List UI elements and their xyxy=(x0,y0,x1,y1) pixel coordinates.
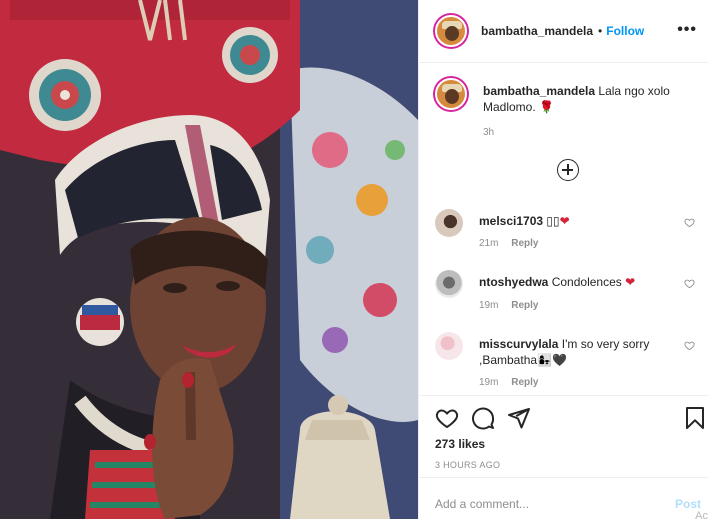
comment-time[interactable]: 19m xyxy=(479,377,498,388)
author-avatar[interactable] xyxy=(435,15,467,47)
family-heart-emoji: 👩‍👧🖤 xyxy=(537,353,567,367)
comment-meta: 19m Reply xyxy=(479,300,538,311)
more-options-icon[interactable]: ••• xyxy=(677,21,697,39)
reply-button[interactable]: Reply xyxy=(511,377,538,388)
reply-button[interactable]: Reply xyxy=(511,300,538,311)
post-timestamp[interactable]: 3 HOURS AGO xyxy=(435,460,500,470)
comment-input[interactable]: Add a comment... xyxy=(435,497,529,511)
comment-item: misscurvylala I'm so very sorry ,Bambath… xyxy=(435,332,697,388)
follow-button[interactable]: Follow xyxy=(606,24,644,38)
post-header: bambatha_mandela • Follow ••• xyxy=(419,0,708,63)
bookmark-icon[interactable] xyxy=(683,406,707,430)
avatar-face xyxy=(445,26,459,41)
share-icon[interactable] xyxy=(507,406,531,430)
caption-author-avatar[interactable] xyxy=(435,78,467,110)
heart-emoji: ❤ xyxy=(625,275,636,289)
like-comment-heart-icon[interactable] xyxy=(684,340,695,351)
post-photo[interactable] xyxy=(0,0,418,519)
comment-icon[interactable] xyxy=(471,406,495,430)
comment-text-block: melsci1703 ▯▯❤ xyxy=(479,213,675,229)
comment-time[interactable]: 19m xyxy=(479,300,498,311)
comment-username[interactable]: ntoshyedwa xyxy=(479,275,548,289)
comment-time[interactable]: 21m xyxy=(479,238,498,249)
add-comment-bar: Add a comment... Post Ac xyxy=(419,477,708,519)
comment-username[interactable]: melsci1703 xyxy=(479,214,543,228)
comment-text: ▯▯ xyxy=(546,214,560,228)
likes-count[interactable]: 273 likes xyxy=(435,437,485,451)
heart-icon[interactable] xyxy=(435,406,459,430)
like-comment-heart-icon[interactable] xyxy=(684,278,695,289)
heart-emoji: ❤ xyxy=(559,214,570,228)
like-comment-heart-icon[interactable] xyxy=(684,217,695,228)
comment-meta: 19m Reply xyxy=(479,377,538,388)
commenter-avatar[interactable] xyxy=(435,270,463,298)
comment-text: Condolences xyxy=(551,275,622,289)
comment-item: ntoshyedwa Condolences ❤ 19m Reply xyxy=(435,270,697,326)
rose-emoji: 🌹 xyxy=(539,100,554,114)
caption-time[interactable]: 3h xyxy=(483,127,494,138)
caption-username[interactable]: bambatha_mandela xyxy=(483,84,595,98)
post-comment-button[interactable]: Post xyxy=(675,497,701,511)
reply-button[interactable]: Reply xyxy=(511,238,538,249)
comment-text-block: ntoshyedwa Condolences ❤ xyxy=(479,274,675,290)
avatar-face xyxy=(445,89,459,104)
commenter-avatar[interactable] xyxy=(435,332,463,360)
commenter-avatar[interactable] xyxy=(435,209,463,237)
activation-watermark: Ac xyxy=(695,510,708,519)
author-username[interactable]: bambatha_mandela xyxy=(481,24,593,38)
comment-text-block: misscurvylala I'm so very sorry ,Bambath… xyxy=(479,336,659,368)
header-separator: • xyxy=(598,24,603,38)
post-sidebar: bambatha_mandela • Follow ••• bambatha_m… xyxy=(418,0,708,519)
caption-text-block: bambatha_mandela Lala ngo xolo Madlomo. … xyxy=(483,83,693,115)
comment-meta: 21m Reply xyxy=(479,238,538,249)
comment-username[interactable]: misscurvylala xyxy=(479,337,558,351)
post-photo-illustration xyxy=(0,0,418,519)
comment-item: melsci1703 ▯▯❤ 21m Reply xyxy=(435,209,697,265)
load-more-comments-icon[interactable] xyxy=(557,159,579,181)
